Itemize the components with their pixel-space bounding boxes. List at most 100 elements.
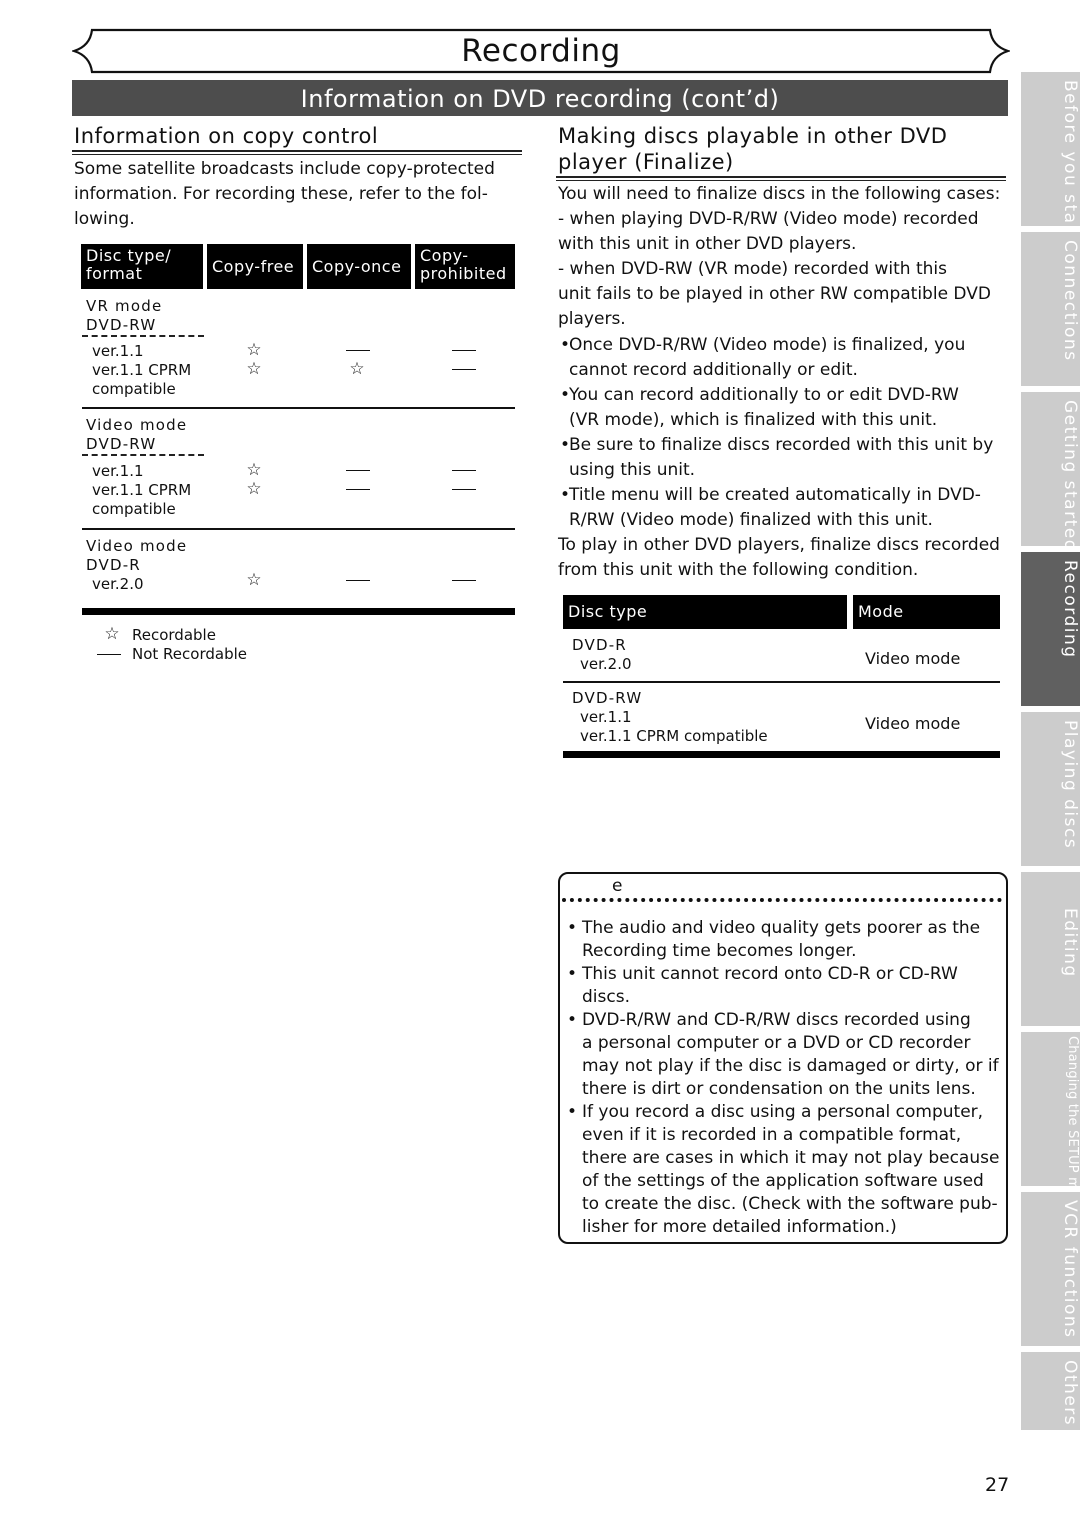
bullet-line: using this unit. bbox=[569, 460, 696, 480]
bullet-line: If you record a disc using a personal co… bbox=[582, 1102, 984, 1122]
dash-icon bbox=[346, 350, 370, 351]
text-line: players. bbox=[558, 309, 626, 329]
th-copy-free: Copy-free bbox=[207, 244, 303, 289]
tab-label: Playing discs bbox=[1060, 720, 1080, 850]
bullet-icon: • bbox=[560, 485, 571, 505]
star-outline-icon: ☆ bbox=[349, 359, 365, 379]
group-divider bbox=[82, 528, 515, 530]
copy-control-intro: Some satellite broadcasts include copy-p… bbox=[74, 157, 524, 232]
dash-icon bbox=[452, 580, 476, 581]
note-bullet: • The audio and video quality gets poore… bbox=[567, 917, 1007, 963]
dash-icon bbox=[452, 369, 476, 370]
group-disc: DVD-RW bbox=[86, 435, 157, 453]
finalize-outro: To play in other DVD players, finalize d… bbox=[558, 533, 1008, 583]
intro-line: Some satellite broadcasts include copy-p… bbox=[74, 159, 495, 179]
row-label: ver.1.1 CPRM bbox=[92, 481, 192, 499]
finalize-heading: Making discs playable in other DVD playe… bbox=[558, 123, 1008, 175]
disc-version: ver.1.1 bbox=[580, 708, 632, 726]
star-outline-icon: ☆ bbox=[246, 570, 262, 590]
legend-label: Recordable bbox=[132, 626, 216, 644]
tab-playing-discs[interactable]: Playing discs bbox=[1021, 712, 1080, 866]
intro-line: information. For recording these, refer … bbox=[74, 184, 488, 204]
disc-name: DVD-R bbox=[572, 636, 627, 654]
tab-connections[interactable]: Connections bbox=[1021, 232, 1080, 386]
th-copy-once: Copy-once bbox=[307, 244, 411, 289]
bullet-icon: • bbox=[567, 1102, 578, 1122]
disc-name: DVD-RW bbox=[572, 689, 643, 707]
group-divider bbox=[82, 407, 515, 409]
bullet-line: a personal computer or a DVD or CD recor… bbox=[582, 1033, 971, 1053]
group-dashed-rule bbox=[82, 454, 204, 456]
tab-label: Connections bbox=[1060, 240, 1080, 362]
finalize-bullets: • Once DVD-R/RW (Video mode) is finalize… bbox=[560, 333, 1010, 533]
th-disc-type: Disc type/ format bbox=[81, 244, 203, 289]
bullet-line: cannot record additionally or edit. bbox=[569, 360, 858, 380]
tab-vcr-functions[interactable]: VCR functions bbox=[1021, 1192, 1080, 1346]
chapter-title: Recording bbox=[461, 33, 621, 69]
bullet-icon: • bbox=[567, 918, 578, 938]
group-mode: Video mode bbox=[86, 537, 188, 555]
bullet-line: The audio and video quality gets poorer … bbox=[582, 918, 981, 938]
row-label: ver.1.1 bbox=[92, 342, 144, 360]
row-label: ver.1.1 bbox=[92, 462, 144, 480]
bullet-line: to create the disc. (Check with the soft… bbox=[582, 1194, 998, 1214]
bullet-item: • Once DVD-R/RW (Video mode) is finalize… bbox=[560, 333, 1010, 383]
text-line: You will need to finalize discs in the f… bbox=[558, 184, 1001, 204]
disc-version: ver.2.0 bbox=[580, 655, 632, 673]
table-bottom-rule bbox=[82, 608, 515, 615]
legend-label: Not Recordable bbox=[132, 645, 247, 663]
bullet-line: (VR mode), which is finalized with this … bbox=[569, 410, 938, 430]
bullet-icon: • bbox=[567, 964, 578, 984]
row-label: ver.2.0 bbox=[92, 575, 144, 593]
page-number: 27 bbox=[985, 1474, 1010, 1496]
bullet-icon: • bbox=[560, 435, 571, 455]
bullet-item: • Title menu will be created automatical… bbox=[560, 483, 1010, 533]
dash-icon bbox=[452, 350, 476, 351]
heading-rule bbox=[72, 150, 522, 155]
finalize-cases: You will need to finalize discs in the f… bbox=[558, 182, 1008, 332]
text-line: with this unit in other DVD players. bbox=[558, 234, 857, 254]
dash-icon bbox=[346, 489, 370, 490]
text-line: unit fails to be played in other RW comp… bbox=[558, 284, 991, 304]
bullet-line: even if it is recorded in a compatible f… bbox=[582, 1125, 962, 1145]
tab-changing-setup-menu[interactable]: Changing the SETUP menu bbox=[1021, 1032, 1080, 1215]
copy-control-heading: Information on copy control bbox=[74, 124, 379, 148]
star-outline-icon: ☆ bbox=[246, 460, 262, 480]
note-title: e bbox=[612, 876, 623, 896]
row-label: ver.1.1 CPRM bbox=[92, 361, 192, 379]
tab-label: Editing bbox=[1060, 908, 1080, 978]
bullet-line: Once DVD-R/RW (Video mode) is finalized,… bbox=[569, 335, 966, 355]
note-bullet: • If you record a disc using a personal … bbox=[567, 1101, 1007, 1239]
tab-others[interactable]: Others bbox=[1021, 1352, 1080, 1430]
disc-version: ver.1.1 CPRM compatible bbox=[580, 727, 768, 745]
bullet-line: Recording time becomes longer. bbox=[582, 941, 857, 961]
group-mode: VR mode bbox=[86, 297, 163, 315]
row-label-cont: compatible bbox=[92, 500, 176, 518]
table-bottom-rule bbox=[563, 751, 1000, 758]
row-divider bbox=[563, 681, 1000, 683]
text-line: from this unit with the following condit… bbox=[558, 560, 919, 580]
tab-recording[interactable]: Recording bbox=[1021, 552, 1080, 706]
bullet-line: lisher for more detailed information.) bbox=[582, 1217, 897, 1237]
group-disc: DVD-R bbox=[86, 556, 141, 574]
tab-label: Recording bbox=[1060, 560, 1080, 659]
bullet-icon: • bbox=[560, 335, 571, 355]
th-copy-prohibited: Copy- prohibited bbox=[415, 244, 515, 289]
group-mode: Video mode bbox=[86, 416, 188, 434]
tab-before-you-start[interactable]: Before you start bbox=[1021, 72, 1080, 242]
bullet-line: there is dirt or condensation on the uni… bbox=[582, 1079, 976, 1099]
finalize-heading-l2: player (Finalize) bbox=[558, 150, 734, 174]
tab-label: Before you start bbox=[1060, 80, 1080, 242]
tab-editing[interactable]: Editing bbox=[1021, 872, 1080, 1026]
finalize-heading-l1: Making discs playable in other DVD bbox=[558, 124, 948, 148]
bullet-icon: • bbox=[567, 1010, 578, 1030]
tab-label: Others bbox=[1060, 1360, 1080, 1427]
dash-icon bbox=[346, 470, 370, 471]
chapter-banner: Recording bbox=[72, 28, 1010, 74]
tab-getting-started[interactable]: Getting started bbox=[1021, 392, 1080, 552]
bullet-icon: • bbox=[560, 385, 571, 405]
star-outline-icon: ☆ bbox=[246, 359, 262, 379]
text-line: To play in other DVD players, finalize d… bbox=[558, 535, 1000, 555]
star-outline-icon: ☆ bbox=[246, 340, 262, 360]
bullet-line: may not play if the disc is damaged or d… bbox=[582, 1056, 999, 1076]
